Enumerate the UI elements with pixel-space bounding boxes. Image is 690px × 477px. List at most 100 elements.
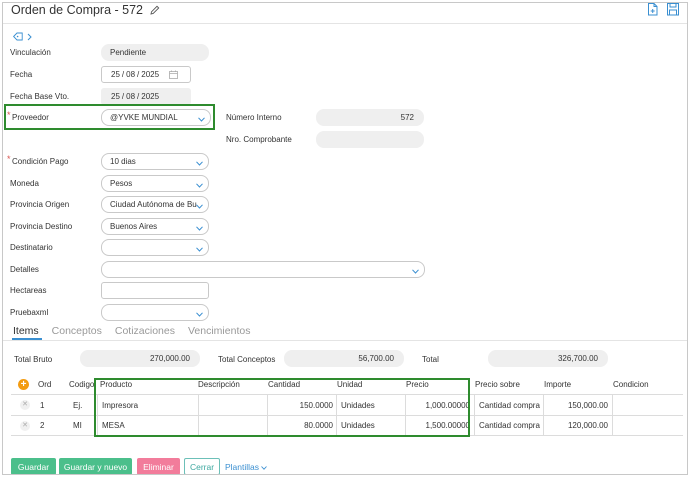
label-pruebaxml: Pruebaxml xyxy=(10,308,49,317)
chevron-right-icon[interactable] xyxy=(27,33,32,43)
chevron-down-icon[interactable] xyxy=(196,181,203,190)
label-provincia-destino: Provincia Destino xyxy=(10,222,73,231)
vinculacion-value: Pendiente xyxy=(110,48,147,57)
total-label: Total xyxy=(422,355,439,364)
date-sep: / xyxy=(137,92,140,101)
tab-bar: Items Conceptos Cotizaciones Vencimiento… xyxy=(13,325,250,337)
total-field: 326,700.00 xyxy=(488,350,608,367)
purchase-order-window: Orden de Compra - 572 Vinculación Pendie… xyxy=(2,2,688,475)
tag-icon[interactable] xyxy=(12,32,23,43)
condicion-pago-select[interactable]: 10 dias xyxy=(101,153,209,170)
destinatario-select[interactable] xyxy=(101,239,209,256)
close-icon[interactable]: ✕ xyxy=(20,400,30,410)
fecha-date-input[interactable]: 25 / 08 / 2025 xyxy=(101,66,191,83)
provincia-origen-select[interactable]: Ciudad Autónoma de Bu xyxy=(101,196,209,213)
total-conceptos-value: 56,700.00 xyxy=(358,354,394,363)
pruebaxml-select[interactable] xyxy=(101,304,209,321)
provincia-destino-select[interactable]: Buenos Aires xyxy=(101,218,209,235)
date-sep: / xyxy=(121,92,125,101)
col-header-condicion: Condicion xyxy=(613,380,649,389)
proveedor-select[interactable]: @YVKE MUNDIAL xyxy=(101,109,211,126)
cell-precio-sobre[interactable]: Cantidad compra xyxy=(479,395,540,415)
close-button[interactable]: Cerrar xyxy=(184,458,220,474)
chevron-down-icon[interactable] xyxy=(196,202,203,211)
moneda-value: Pesos xyxy=(110,179,133,188)
hectareas-input[interactable] xyxy=(101,282,209,299)
col-divider xyxy=(612,395,613,415)
calendar-icon[interactable] xyxy=(169,70,178,81)
tag-row[interactable] xyxy=(12,32,32,43)
close-icon[interactable]: ✕ xyxy=(20,420,30,431)
add-row-button[interactable]: + xyxy=(18,379,29,390)
fecha-base-field: 25 / 08 / 2025 xyxy=(101,88,191,105)
nro-comprobante-field xyxy=(316,131,424,148)
header-divider xyxy=(3,23,687,24)
table-highlight xyxy=(94,378,470,437)
cell-codigo[interactable]: Ej. xyxy=(73,395,82,415)
templates-label: Plantillas xyxy=(225,461,260,472)
provincia-origen-value: Ciudad Autónoma de Bu xyxy=(110,200,197,209)
chevron-down-icon[interactable] xyxy=(412,267,419,276)
cell-codigo[interactable]: MI xyxy=(73,416,82,435)
col-header-importe: Importe xyxy=(544,380,572,389)
header-actions xyxy=(647,3,679,18)
label-proveedor: Proveedor xyxy=(7,110,49,122)
remove-row-button[interactable]: ✕ xyxy=(20,416,30,435)
provincia-destino-value: Buenos Aires xyxy=(110,222,158,231)
label-nro-comprobante: Nro. Comprobante xyxy=(226,135,292,144)
condicion-pago-value: 10 dias xyxy=(110,157,136,166)
label-numero-interno: Número Interno xyxy=(226,113,282,122)
fecha-base-year: 2025 xyxy=(141,92,160,101)
label-fecha-base: Fecha Base Vto. xyxy=(10,92,70,101)
total-conceptos-field: 56,700.00 xyxy=(284,350,404,367)
chevron-down-icon[interactable] xyxy=(198,115,205,124)
label-destinatario: Destinatario xyxy=(10,243,53,252)
remove-row-button[interactable]: ✕ xyxy=(20,395,30,415)
col-header-ord: Ord xyxy=(38,380,52,389)
chevron-down-icon[interactable] xyxy=(196,224,203,233)
label-vinculacion: Vinculación xyxy=(10,48,51,57)
label-condicion-pago: Condición Pago xyxy=(7,154,69,166)
page-title-text: Orden de Compra - 572 xyxy=(11,3,144,17)
label-moneda: Moneda xyxy=(10,179,39,188)
total-bruto-field: 270,000.00 xyxy=(80,350,200,367)
fecha-month[interactable]: 08 xyxy=(126,70,135,79)
proveedor-value: @YVKE MUNDIAL xyxy=(110,113,178,122)
numero-interno-value: 572 xyxy=(400,113,414,122)
fecha-year[interactable]: 2025 xyxy=(141,70,159,79)
fecha-base-day: 25 xyxy=(111,92,120,101)
label-provincia-origen: Provincia Origen xyxy=(10,200,70,209)
save-disk-icon[interactable] xyxy=(667,3,679,18)
chevron-down-icon[interactable] xyxy=(261,462,267,472)
date-sep: / xyxy=(121,70,125,79)
chevron-down-icon[interactable] xyxy=(196,310,203,319)
moneda-select[interactable]: Pesos xyxy=(101,175,209,192)
col-divider xyxy=(474,395,475,415)
fecha-day[interactable]: 25 xyxy=(111,70,120,79)
delete-button[interactable]: Eliminar xyxy=(137,458,180,474)
cell-ord: 2 xyxy=(40,421,45,430)
cell-importe: 150,000.00 xyxy=(567,400,608,410)
edit-pencil-icon[interactable] xyxy=(149,4,160,18)
cell-importe: 120,000.00 xyxy=(567,421,608,430)
detalles-select[interactable] xyxy=(101,261,425,278)
tab-conceptos[interactable]: Conceptos xyxy=(52,325,102,337)
total-conceptos-label: Total Conceptos xyxy=(218,355,276,364)
tab-vencimientos[interactable]: Vencimientos xyxy=(188,325,250,337)
new-document-icon[interactable] xyxy=(647,3,659,18)
save-and-new-button[interactable]: Guardar y nuevo xyxy=(59,458,132,474)
chevron-down-icon[interactable] xyxy=(196,245,203,254)
total-bruto-label: Total Bruto xyxy=(14,355,53,364)
tab-cotizaciones[interactable]: Cotizaciones xyxy=(115,325,175,337)
templates-dropdown[interactable]: Plantillas xyxy=(225,458,271,474)
chevron-down-icon[interactable] xyxy=(196,159,203,168)
save-button[interactable]: Guardar xyxy=(11,458,56,474)
tabs-divider xyxy=(3,340,687,341)
cell-precio-sobre[interactable]: Cantidad compra xyxy=(479,416,540,435)
label-fecha: Fecha xyxy=(10,70,33,79)
col-divider xyxy=(612,416,613,435)
total-value: 326,700.00 xyxy=(557,354,598,363)
fecha-base-month: 08 xyxy=(126,92,136,101)
date-sep: / xyxy=(137,70,140,79)
tab-items[interactable]: Items xyxy=(13,325,39,337)
